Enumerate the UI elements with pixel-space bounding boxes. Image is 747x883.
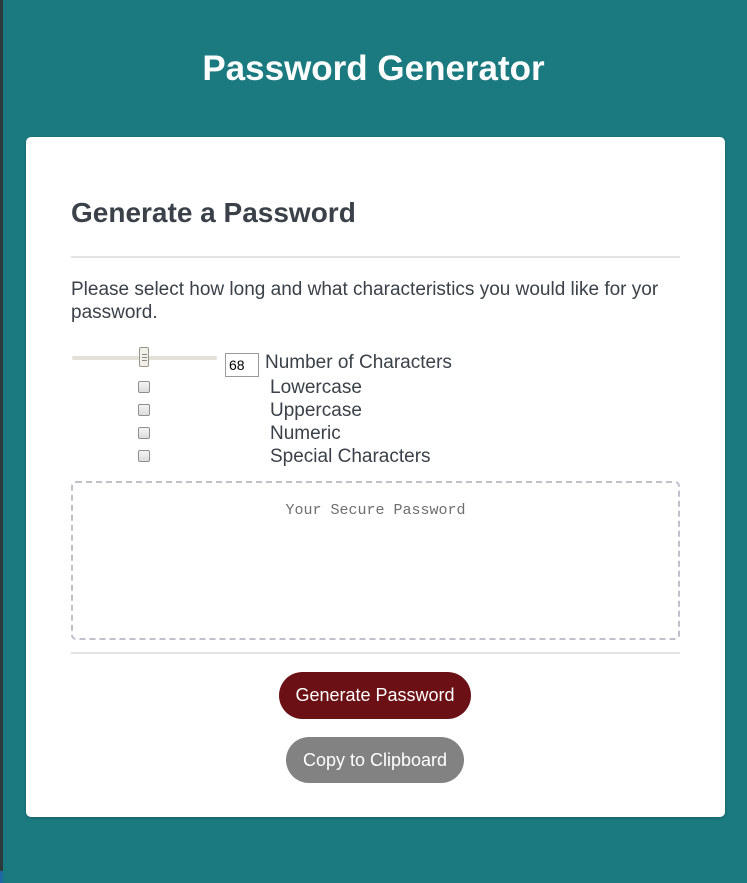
footer-divider	[71, 652, 680, 654]
special-characters-label: Special Characters	[270, 446, 431, 467]
lowercase-label: Lowercase	[270, 377, 362, 398]
card-title: Generate a Password	[71, 197, 356, 228]
header-divider	[71, 256, 680, 258]
special-characters-checkbox[interactable]	[138, 450, 150, 462]
generate-password-button[interactable]: Generate Password	[279, 672, 471, 719]
instructions-text: Please select how long and what characte…	[71, 279, 659, 323]
uppercase-label: Uppercase	[270, 400, 362, 421]
lowercase-checkbox[interactable]	[138, 381, 150, 393]
numeric-label: Numeric	[270, 423, 341, 444]
window-left-edge	[0, 0, 3, 883]
uppercase-checkbox[interactable]	[138, 404, 150, 416]
password-output[interactable]	[71, 481, 680, 640]
length-label: Number of Characters	[265, 352, 452, 373]
length-input[interactable]	[225, 353, 259, 377]
length-slider[interactable]	[72, 345, 217, 371]
numeric-checkbox[interactable]	[138, 427, 150, 439]
window-left-edge-accent	[0, 871, 3, 883]
generator-card: Generate a Password Please select how lo…	[26, 137, 725, 817]
slider-thumb[interactable]	[139, 347, 149, 367]
app-title: Password Generator	[202, 49, 545, 88]
copy-to-clipboard-button[interactable]: Copy to Clipboard	[286, 737, 464, 783]
